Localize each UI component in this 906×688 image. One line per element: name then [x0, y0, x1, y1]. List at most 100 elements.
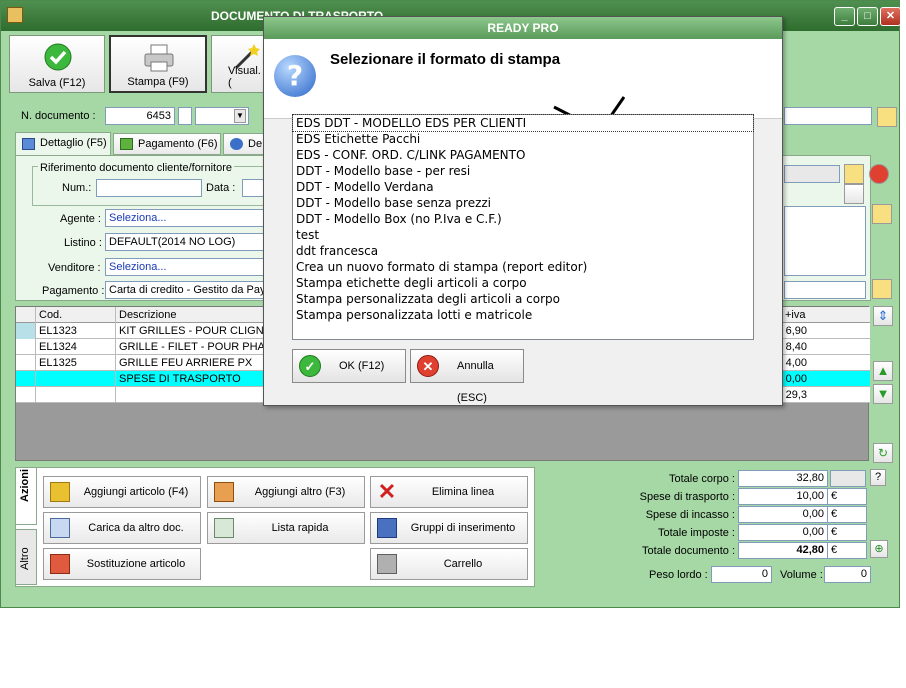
shapes-icon: [50, 554, 70, 574]
grid-add-icon: [214, 482, 234, 502]
group-add-icon: [377, 518, 397, 538]
cart-icon: [377, 554, 397, 574]
tab-dettaglio[interactable]: Dettaglio (F5): [15, 132, 111, 156]
side-tab-azioni[interactable]: Azioni: [15, 467, 37, 525]
list-item[interactable]: DDT - Modello base senza prezzi: [293, 195, 753, 211]
save-label: Salva (F12): [28, 77, 86, 89]
ref-num-label: Num.:: [62, 182, 92, 194]
listino-select[interactable]: DEFAULT(2014 NO LOG): [105, 233, 265, 251]
venditore-select[interactable]: Seleziona...: [105, 258, 265, 276]
customer-field[interactable]: [784, 165, 840, 183]
row-description: KIT GRILLES - POUR CLIGNOTA: [116, 323, 266, 339]
list-item[interactable]: EDS - CONF. ORD. C/LINK PAGAMENTO: [293, 147, 753, 163]
insert-groups-button[interactable]: Gruppi di inserimento: [370, 512, 528, 544]
listino-label: Listino :: [64, 237, 102, 249]
contact-icon[interactable]: [844, 184, 864, 204]
row-iva: 0,00: [785, 373, 807, 385]
list-item[interactable]: EDS Etichette Pacchi: [293, 131, 753, 147]
ok-button[interactable]: ✓ OK (F12): [292, 349, 406, 383]
printer-icon: [144, 44, 174, 72]
venditore-label: Venditore :: [48, 262, 101, 274]
updown-arrow-icon[interactable]: ⇕: [873, 306, 893, 326]
side-tab-azioni-label: Azioni: [19, 469, 31, 502]
list-item[interactable]: Crea un nuovo formato di stampa (report …: [293, 259, 753, 275]
imposte-currency: €: [827, 524, 867, 541]
check-icon: ✓: [299, 355, 321, 377]
list-item[interactable]: ddt francesca: [293, 243, 753, 259]
add-other-button[interactable]: Aggiungi altro (F3): [207, 476, 365, 508]
save-button[interactable]: Salva (F12): [9, 35, 105, 93]
agente-label: Agente :: [60, 213, 101, 225]
doc-number-field[interactable]: 6453: [105, 107, 175, 125]
calendar-icon: [22, 138, 35, 150]
dialog-title: READY PRO: [264, 17, 782, 39]
folder-icon[interactable]: [872, 279, 892, 299]
folder-icon[interactable]: [844, 164, 864, 184]
arrow-up-icon[interactable]: ▲: [873, 361, 893, 381]
zoom-icon[interactable]: ⊕: [870, 540, 888, 558]
list-item[interactable]: Stampa personalizzata degli articoli a c…: [293, 291, 753, 307]
tab-destinazione[interactable]: De: [223, 133, 267, 155]
print-button[interactable]: Stampa (F9): [109, 35, 207, 93]
add-article-button[interactable]: Aggiungi articolo (F4): [43, 476, 201, 508]
row-iva: 29,3: [785, 389, 807, 401]
list-item[interactable]: Stampa personalizzata lotti e matricole: [293, 307, 753, 323]
maximize-button[interactable]: □: [857, 7, 878, 26]
pagamento-select[interactable]: Carta di credito - Gestito da PayP: [105, 281, 265, 299]
list-item[interactable]: DDT - Modello Verdana: [293, 179, 753, 195]
view-button[interactable]: Visual. (: [211, 35, 265, 93]
help-button[interactable]: ?: [870, 469, 886, 486]
list-item[interactable]: DDT - Modello Box (no P.Iva e C.F.): [293, 211, 753, 227]
list-item[interactable]: Stampa etichette degli articoli a corpo: [293, 275, 753, 291]
cart-button[interactable]: Carrello: [370, 548, 528, 580]
folder-icon[interactable]: [872, 204, 892, 224]
chevron-down-icon: ▼: [234, 109, 246, 123]
dialog-message: Selezionare il formato di stampa: [330, 51, 561, 68]
check-icon: [44, 43, 72, 71]
minimize-button[interactable]: _: [834, 7, 855, 26]
refresh-icon[interactable]: ↻: [873, 443, 893, 463]
load-other-doc-button[interactable]: Carica da altro doc.: [43, 512, 201, 544]
tab-dettaglio-label: Dettaglio (F5): [40, 137, 107, 149]
trasporto-currency: €: [827, 488, 867, 505]
peso-field[interactable]: 0: [711, 566, 772, 583]
trasporto-field[interactable]: 10,00: [738, 488, 828, 505]
row-description: GRILLE - FILET - POUR PHARE: [116, 339, 266, 355]
list-item[interactable]: EDS DDT - MODELLO EDS PER CLIENTI: [292, 114, 754, 132]
row-iva: 6,90: [785, 325, 807, 337]
replace-article-button[interactable]: Sostituzione articolo: [43, 548, 201, 580]
list-item[interactable]: test: [293, 227, 753, 243]
format-list[interactable]: EDS DDT - MODELLO EDS PER CLIENTI EDS Et…: [292, 114, 754, 340]
list-item[interactable]: DDT - Modello base - per resi: [293, 163, 753, 179]
row-description: GRILLE FEU ARRIERE PX: [116, 355, 266, 371]
doc-number-label: N. documento :: [21, 110, 96, 122]
col-description: Descrizione: [116, 307, 266, 323]
row-code: [36, 371, 116, 387]
doc-extra-field[interactable]: [784, 107, 872, 125]
tab-pagamento[interactable]: Pagamento (F6): [113, 133, 221, 155]
peso-label: Peso lordo :: [649, 569, 708, 581]
close-button[interactable]: ✕: [880, 7, 901, 26]
doc-suffix-field[interactable]: [178, 107, 192, 125]
volume-field[interactable]: 0: [824, 566, 871, 583]
imposte-label: Totale imposte :: [657, 527, 735, 539]
delete-icon[interactable]: [869, 164, 889, 184]
total-document-currency: €: [827, 542, 867, 559]
row-description: SPESE DI TRASPORTO: [116, 371, 266, 387]
delete-line-button[interactable]: ✕ Elimina linea: [370, 476, 528, 508]
agente-select[interactable]: Seleziona...: [105, 209, 265, 227]
checklist-icon: [50, 518, 70, 538]
payment-extra-field[interactable]: [784, 281, 866, 299]
doc-series-select[interactable]: ▼: [195, 107, 249, 125]
ref-num-field[interactable]: [96, 179, 202, 197]
tab-pagamento-label: Pagamento (F6): [138, 138, 218, 150]
side-tab-altro[interactable]: Altro: [15, 529, 37, 585]
cancel-button[interactable]: ✕ Annulla (ESC): [410, 349, 524, 404]
quick-list-button[interactable]: Lista rapida: [207, 512, 365, 544]
folder-icon[interactable]: [877, 107, 897, 127]
incasso-field[interactable]: 0,00: [738, 506, 828, 523]
notes-field[interactable]: [784, 206, 866, 276]
col-iva: +iva: [785, 309, 806, 321]
arrow-down-icon[interactable]: ▼: [873, 384, 893, 404]
total-corpo-field: 32,80: [738, 470, 828, 487]
